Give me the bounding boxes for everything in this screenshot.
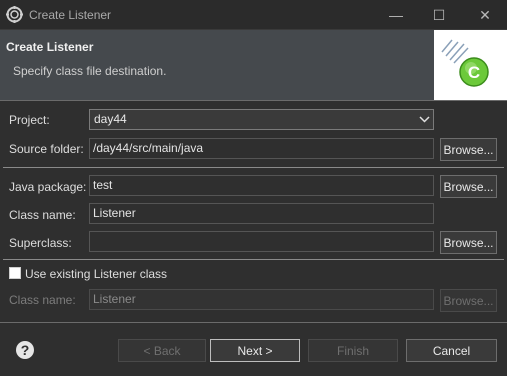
footer-separator (0, 322, 507, 323)
svg-text:C: C (468, 63, 480, 82)
section-separator-2 (3, 259, 504, 260)
cancel-label: Cancel (432, 343, 471, 358)
next-label: Next > (237, 343, 273, 358)
banner-title: Create Listener (6, 40, 94, 54)
use-existing-checkbox[interactable] (9, 267, 21, 279)
eclipse-app-icon (6, 6, 23, 23)
browse-label: Browse... (443, 179, 494, 194)
chevron-down-icon[interactable] (415, 110, 433, 129)
cancel-button[interactable]: Cancel (406, 339, 497, 362)
project-value: day44 (94, 112, 127, 126)
java-class-wizard-icon: C (434, 30, 507, 100)
minimize-button[interactable]: — (376, 3, 416, 27)
source-folder-input[interactable]: /day44/src/main/java (89, 138, 434, 159)
help-icon[interactable]: ? (15, 340, 35, 360)
close-button[interactable]: ✕ (465, 3, 505, 27)
maximize-button[interactable]: ☐ (419, 3, 459, 27)
back-button: < Back (118, 339, 206, 362)
existing-class-name-label: Class name: (9, 293, 76, 307)
source-folder-browse-button[interactable]: Browse... (440, 138, 497, 161)
window-title: Create Listener (29, 8, 112, 22)
banner-message: Specify class file destination. (13, 64, 167, 78)
wizard-banner: Create Listener Specify class file desti… (0, 30, 507, 100)
source-folder-label: Source folder: (9, 142, 84, 156)
section-separator (3, 167, 504, 168)
class-name-label: Class name: (9, 208, 76, 222)
banner-separator (0, 100, 507, 101)
project-label: Project: (9, 113, 50, 127)
svg-text:?: ? (21, 342, 30, 358)
browse-label: Browse... (443, 235, 494, 250)
project-combo[interactable]: day44 (89, 109, 434, 130)
next-button[interactable]: Next > (210, 339, 300, 362)
superclass-label: Superclass: (9, 236, 72, 250)
title-bar: Create Listener — ☐ ✕ (0, 0, 507, 30)
finish-button: Finish (308, 339, 398, 362)
java-package-label: Java package: (9, 180, 87, 194)
browse-label: Browse... (443, 142, 494, 157)
browse-label: Browse... (443, 293, 494, 308)
superclass-input[interactable] (89, 231, 434, 252)
existing-class-name-input: Listener (89, 289, 434, 310)
class-name-input[interactable]: Listener (89, 203, 434, 224)
existing-class-browse-button: Browse... (440, 289, 497, 312)
superclass-browse-button[interactable]: Browse... (440, 231, 497, 254)
java-package-browse-button[interactable]: Browse... (440, 175, 497, 198)
use-existing-label[interactable]: Use existing Listener class (25, 267, 167, 281)
java-package-input[interactable]: test (89, 175, 434, 196)
back-label: < Back (143, 343, 181, 358)
finish-label: Finish (336, 343, 369, 358)
